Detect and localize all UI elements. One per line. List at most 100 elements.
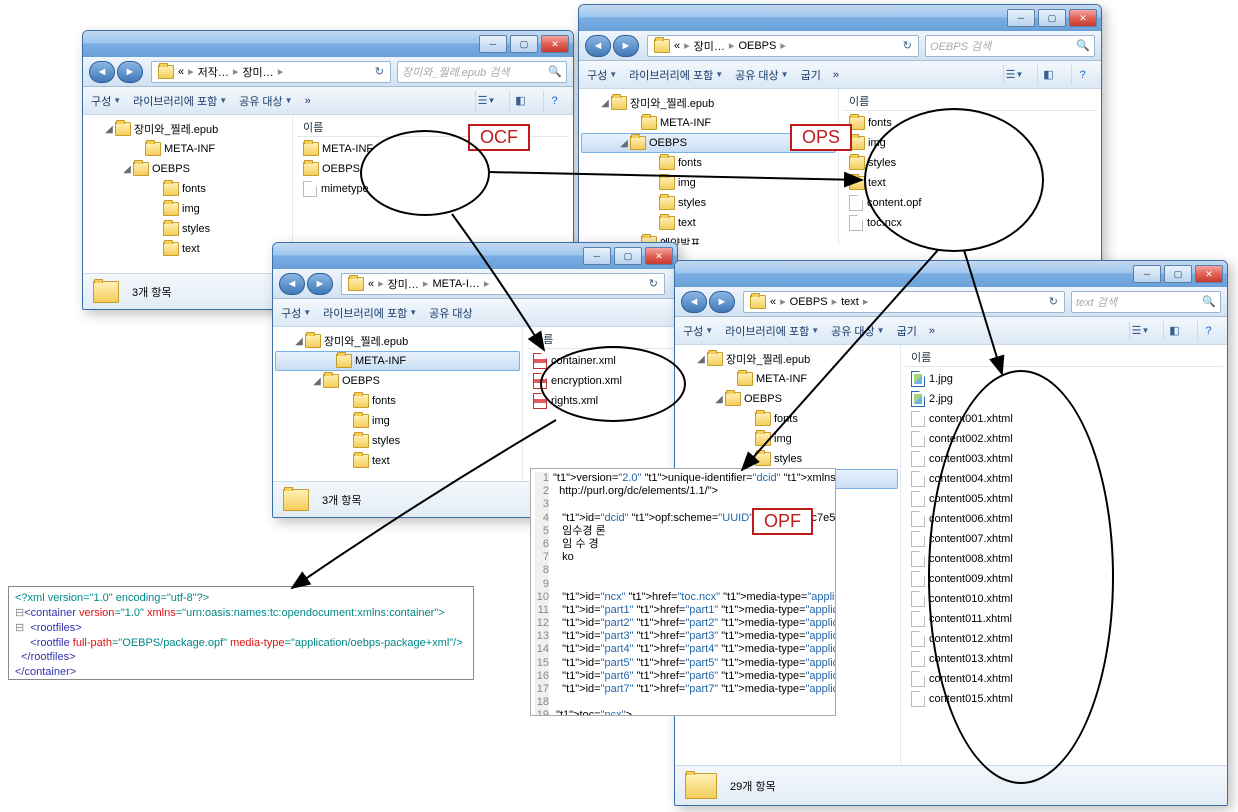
refresh-icon[interactable]: ↻ bbox=[903, 39, 912, 52]
crumb[interactable]: « bbox=[770, 296, 776, 308]
tree-item[interactable]: ◢OEBPS bbox=[677, 389, 898, 409]
close-button[interactable]: ✕ bbox=[1069, 9, 1097, 27]
tree-item[interactable]: img bbox=[581, 173, 836, 193]
crumb[interactable]: 장미… bbox=[694, 38, 725, 54]
list-item[interactable]: content013.xhtml bbox=[905, 649, 1223, 669]
search-input[interactable]: OEBPS 검색🔍 bbox=[925, 35, 1095, 57]
close-button[interactable]: ✕ bbox=[645, 247, 673, 265]
expander-icon[interactable]: ◢ bbox=[121, 164, 133, 175]
column-header[interactable]: 이름 bbox=[527, 329, 673, 349]
preview-pane-button[interactable]: ◧ bbox=[1163, 321, 1185, 341]
back-button[interactable]: ◄ bbox=[585, 35, 611, 57]
view-button[interactable]: ☰▼ bbox=[1129, 321, 1151, 341]
list-item[interactable]: content005.xhtml bbox=[905, 489, 1223, 509]
expander-icon[interactable]: ◢ bbox=[311, 376, 323, 387]
tree-item[interactable]: META-INF bbox=[275, 351, 520, 371]
list-item[interactable]: encryption.xml bbox=[527, 371, 673, 391]
tree-item[interactable]: img bbox=[275, 411, 520, 431]
tree-item[interactable]: styles bbox=[275, 431, 520, 451]
file-list[interactable]: 이름 fontsimgstylestextcontent.opftoc.ncx bbox=[839, 89, 1101, 245]
list-item[interactable]: content001.xhtml bbox=[905, 409, 1223, 429]
expander-icon[interactable]: ◢ bbox=[103, 124, 115, 135]
back-button[interactable]: ◄ bbox=[681, 291, 707, 313]
back-button[interactable]: ◄ bbox=[89, 61, 115, 83]
list-item[interactable]: content014.xhtml bbox=[905, 669, 1223, 689]
breadcrumb[interactable]: «▸ OEBPS▸ text▸ ↻ bbox=[743, 291, 1065, 313]
list-item[interactable]: img bbox=[843, 133, 1097, 153]
nav-tree[interactable]: ◢장미와_찔레.epubMETA-INF◢OEBPSfontsimgstyles… bbox=[579, 89, 839, 245]
organize-menu[interactable]: 구성▼ bbox=[91, 93, 121, 109]
list-item[interactable]: rights.xml bbox=[527, 391, 673, 411]
help-button[interactable]: ? bbox=[543, 91, 565, 111]
burn-button[interactable]: 굽기 bbox=[897, 323, 917, 339]
crumb[interactable]: OEBPS bbox=[738, 40, 776, 52]
preview-pane-button[interactable]: ◧ bbox=[509, 91, 531, 111]
more-chevron[interactable]: » bbox=[833, 69, 839, 81]
burn-button[interactable]: 굽기 bbox=[801, 67, 821, 83]
organize-menu[interactable]: 구성▼ bbox=[683, 323, 713, 339]
expander-icon[interactable]: ◢ bbox=[599, 98, 611, 109]
crumb[interactable]: « bbox=[178, 66, 184, 78]
view-button[interactable]: ☰▼ bbox=[475, 91, 497, 111]
close-button[interactable]: ✕ bbox=[1195, 265, 1223, 283]
maximize-button[interactable]: ▢ bbox=[1164, 265, 1192, 283]
tree-item[interactable]: styles bbox=[581, 193, 836, 213]
tree-item[interactable]: text bbox=[581, 213, 836, 233]
refresh-icon[interactable]: ↻ bbox=[375, 65, 384, 78]
tree-item[interactable]: ◢장미와_찔레.epub bbox=[275, 331, 520, 351]
tree-item[interactable]: img bbox=[85, 199, 290, 219]
help-button[interactable]: ? bbox=[1197, 321, 1219, 341]
expander-icon[interactable]: ◢ bbox=[293, 336, 305, 347]
titlebar[interactable]: ─ ▢ ✕ bbox=[273, 243, 677, 269]
list-item[interactable]: text bbox=[843, 173, 1097, 193]
breadcrumb[interactable]: «▸ 장미…▸ OEBPS▸ ↻ bbox=[647, 35, 919, 57]
tree-item[interactable]: text bbox=[85, 239, 290, 259]
crumb[interactable]: 장미… bbox=[242, 64, 273, 80]
refresh-icon[interactable]: ↻ bbox=[649, 277, 658, 290]
share-menu[interactable]: 공유 대상▼ bbox=[831, 323, 884, 339]
crumb[interactable]: OEBPS bbox=[790, 296, 828, 308]
tree-item[interactable]: fonts bbox=[85, 179, 290, 199]
more-chevron[interactable]: » bbox=[929, 325, 935, 337]
crumb[interactable]: META-I… bbox=[432, 278, 479, 290]
tree-item[interactable]: META-INF bbox=[677, 369, 898, 389]
forward-button[interactable]: ► bbox=[307, 273, 333, 295]
share-menu[interactable]: 공유 대상 bbox=[429, 305, 473, 321]
view-button[interactable]: ☰▼ bbox=[1003, 65, 1025, 85]
nav-tree[interactable]: ◢장미와_찔레.epubMETA-INF◢OEBPSfontsimgstyles… bbox=[83, 115, 293, 273]
file-list[interactable]: 이름 container.xmlencryption.xmlrights.xml bbox=[523, 327, 677, 481]
tree-item[interactable]: META-INF bbox=[85, 139, 290, 159]
tree-item[interactable]: styles bbox=[85, 219, 290, 239]
tree-item[interactable]: img bbox=[677, 429, 898, 449]
tree-item[interactable]: text bbox=[275, 451, 520, 471]
forward-button[interactable]: ► bbox=[613, 35, 639, 57]
tree-item[interactable]: ◢장미와_찔레.epub bbox=[85, 119, 290, 139]
maximize-button[interactable]: ▢ bbox=[1038, 9, 1066, 27]
crumb[interactable]: text bbox=[841, 296, 859, 308]
tree-item[interactable]: ◢장미와_찔레.epub bbox=[677, 349, 898, 369]
list-item[interactable]: content012.xhtml bbox=[905, 629, 1223, 649]
list-item[interactable]: mimetype bbox=[297, 179, 569, 199]
nav-tree[interactable]: ◢장미와_찔레.epubMETA-INF◢OEBPSfontsimgstyles… bbox=[273, 327, 523, 481]
expander-icon[interactable]: ◢ bbox=[695, 354, 707, 365]
file-list[interactable]: 이름 1.jpg2.jpgcontent001.xhtmlcontent002.… bbox=[901, 345, 1227, 765]
back-button[interactable]: ◄ bbox=[279, 273, 305, 295]
crumb[interactable]: « bbox=[368, 278, 374, 290]
crumb[interactable]: 장미… bbox=[388, 276, 419, 292]
list-item[interactable]: content007.xhtml bbox=[905, 529, 1223, 549]
expander-icon[interactable]: ◢ bbox=[713, 394, 725, 405]
close-button[interactable]: ✕ bbox=[541, 35, 569, 53]
tree-item[interactable]: ◢OEBPS bbox=[85, 159, 290, 179]
maximize-button[interactable]: ▢ bbox=[614, 247, 642, 265]
list-item[interactable]: OEBPS bbox=[297, 159, 569, 179]
share-menu[interactable]: 공유 대상▼ bbox=[735, 67, 788, 83]
minimize-button[interactable]: ─ bbox=[1133, 265, 1161, 283]
tree-item[interactable]: fonts bbox=[275, 391, 520, 411]
breadcrumb[interactable]: «▸ 장미…▸ META-I…▸ ↻ bbox=[341, 273, 665, 295]
organize-menu[interactable]: 구성▼ bbox=[281, 305, 311, 321]
column-header[interactable]: 이름 bbox=[905, 347, 1223, 367]
search-input[interactable]: 장미와_찔레.epub 검색🔍 bbox=[397, 61, 567, 83]
list-item[interactable]: 1.jpg bbox=[905, 369, 1223, 389]
share-menu[interactable]: 공유 대상▼ bbox=[239, 93, 292, 109]
list-item[interactable]: content002.xhtml bbox=[905, 429, 1223, 449]
